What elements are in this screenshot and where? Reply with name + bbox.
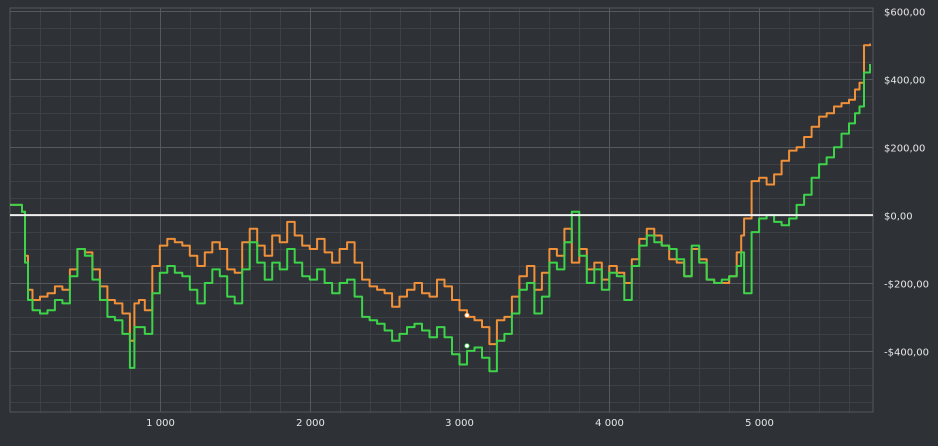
y-tick-label: $400,00 [884,76,925,87]
x-tick-label: 1 000 [146,418,175,429]
series-marker-2 [464,343,470,349]
x-tick-label: 2 000 [296,418,325,429]
x-tick-label: 3 000 [445,418,474,429]
line-chart: 1 000 2 000 3 000 4 000 5 000 $600,00 $400,00… [0,0,938,446]
y-tick-label: $0,00 [884,212,913,223]
y-tick-label: -$400,00 [884,348,929,359]
y-tick-label: $600,00 [884,8,925,19]
y-tick-label: -$200,00 [884,280,929,291]
x-tick-label: 4 000 [595,418,624,429]
y-tick-label: $200,00 [884,144,925,155]
series-marker-1 [464,312,470,318]
chart-container: 1 000 2 000 3 000 4 000 5 000 $600,00 $400,00… [0,0,938,446]
plot-background [0,0,938,446]
x-tick-label: 5 000 [745,418,774,429]
